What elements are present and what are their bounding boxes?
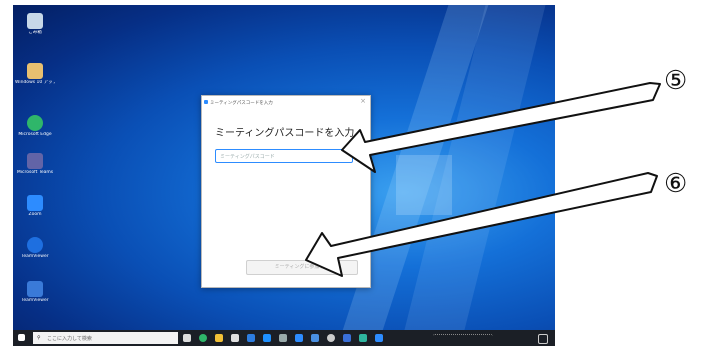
step-6-label: ⑥ [664,169,688,199]
arrow-6 [305,172,658,277]
annotation-arrows [305,82,661,277]
step-5-label: ⑤ [664,66,688,96]
arrow-5 [341,82,661,173]
